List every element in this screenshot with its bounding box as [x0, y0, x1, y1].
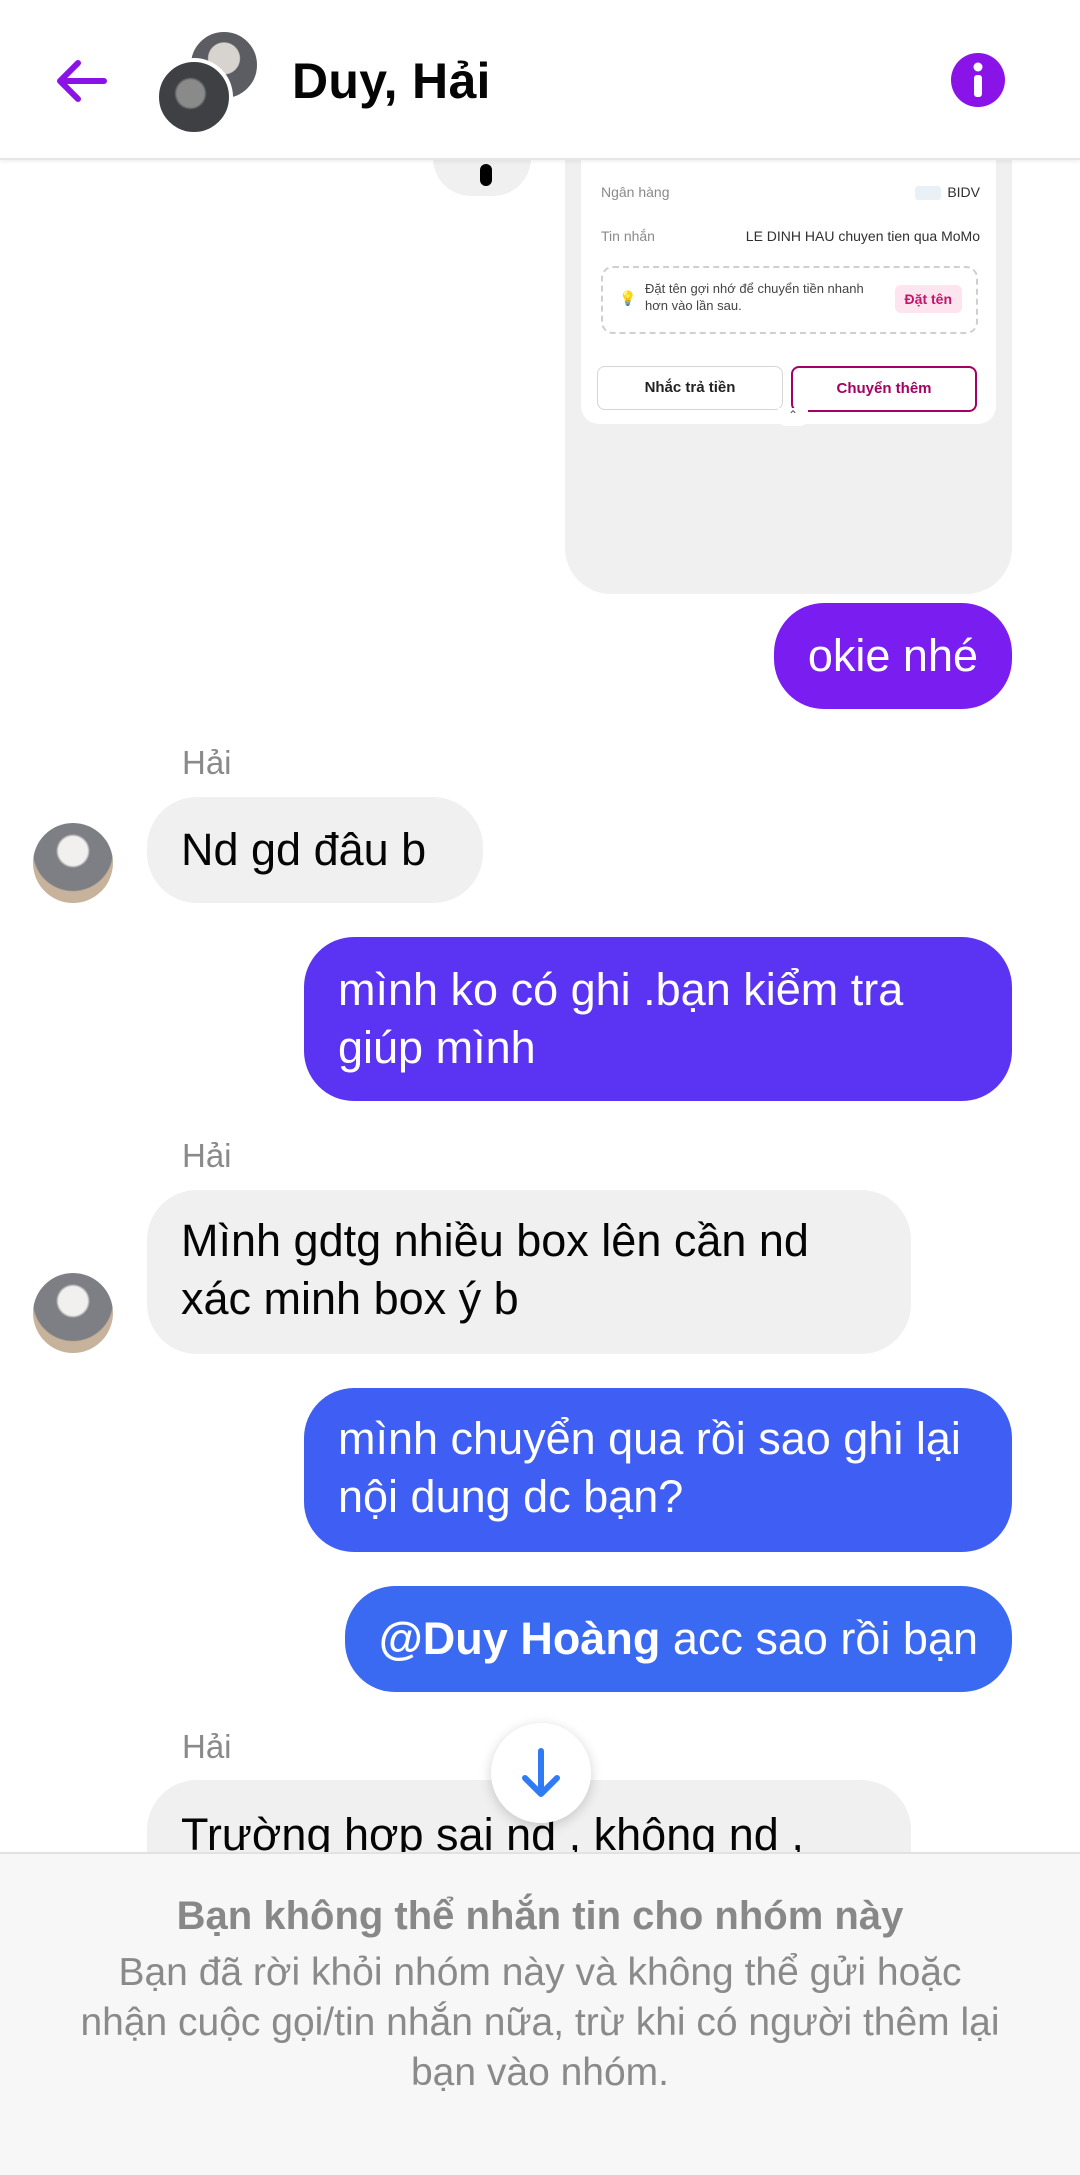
transfer-more-button: Chuyển thêm: [791, 366, 977, 412]
message-label: Tin nhắn: [601, 228, 655, 244]
set-name-button: Đặt tên: [894, 285, 962, 313]
tip-text: Đặt tên gợi nhớ để chuyển tiền nhanh hơn…: [645, 281, 864, 313]
chat-header: Duy, Hải: [0, 0, 1080, 160]
sender-name: Hải: [182, 1728, 232, 1765]
cannot-message-notice: Bạn không thể nhắn tin cho nhóm này Bạn …: [0, 1852, 1080, 2175]
chat-title[interactable]: Duy, Hải: [292, 52, 491, 110]
remind-payment-button: Nhắc trả tiền: [597, 366, 783, 410]
sender-name: Hải: [182, 744, 232, 781]
bank-value: BIDV: [915, 184, 980, 201]
dot: [480, 164, 492, 186]
message-value: LE DINH HAU chuyen tien qua MoMo: [745, 228, 980, 244]
outgoing-message[interactable]: mình ko có ghi .bạn kiểm tra giúp mình: [304, 937, 1012, 1101]
shared-image-message[interactable]: Ngân hàng BIDV Tin nhắn LE DINH HAU chuy…: [565, 158, 1012, 594]
bank-name: BIDV: [947, 184, 980, 200]
member-avatar: [155, 58, 233, 136]
arrow-left-icon[interactable]: [50, 50, 112, 112]
bank-label: Ngân hàng: [601, 184, 670, 200]
scroll-to-bottom-button[interactable]: [491, 1723, 591, 1823]
hai-avatar[interactable]: [33, 823, 113, 903]
incoming-message[interactable]: Nd gd đâu b: [147, 797, 483, 903]
transfer-receipt: Ngân hàng BIDV Tin nhắn LE DINH HAU chuy…: [581, 158, 996, 426]
bidv-logo-icon: [915, 186, 942, 201]
caret-icon: ⌃: [778, 408, 808, 426]
group-avatar[interactable]: [155, 28, 265, 136]
message-text: acc sao rồi bạn: [660, 1613, 978, 1664]
message-list[interactable]: Ngân hàng BIDV Tin nhắn LE DINH HAU chuy…: [0, 158, 1080, 1852]
incoming-message[interactable]: Mình gdtg nhiều box lên cần nd xác minh …: [147, 1190, 911, 1354]
outgoing-message[interactable]: okie nhé: [773, 603, 1012, 709]
nickname-tip: 💡 Đặt tên gợi nhớ để chuyển tiền nhanh h…: [601, 266, 978, 334]
info-icon[interactable]: [950, 52, 1006, 108]
outgoing-message[interactable]: @Duy Hoàng acc sao rồi bạn: [344, 1586, 1012, 1692]
sender-name: Hải: [182, 1137, 232, 1174]
lightbulb-icon: 💡: [619, 290, 637, 306]
mention[interactable]: @Duy Hoàng: [379, 1613, 660, 1664]
notice-title: Bạn không thể nhắn tin cho nhóm này: [176, 1894, 904, 1938]
arrow-down-icon: [522, 1748, 560, 1797]
hai-avatar[interactable]: [33, 1273, 113, 1353]
notice-body: Bạn đã rời khỏi nhóm này và không thể gử…: [80, 1951, 1000, 2094]
outgoing-message[interactable]: mình chuyển qua rồi sao ghi lại nội dung…: [304, 1388, 1012, 1552]
